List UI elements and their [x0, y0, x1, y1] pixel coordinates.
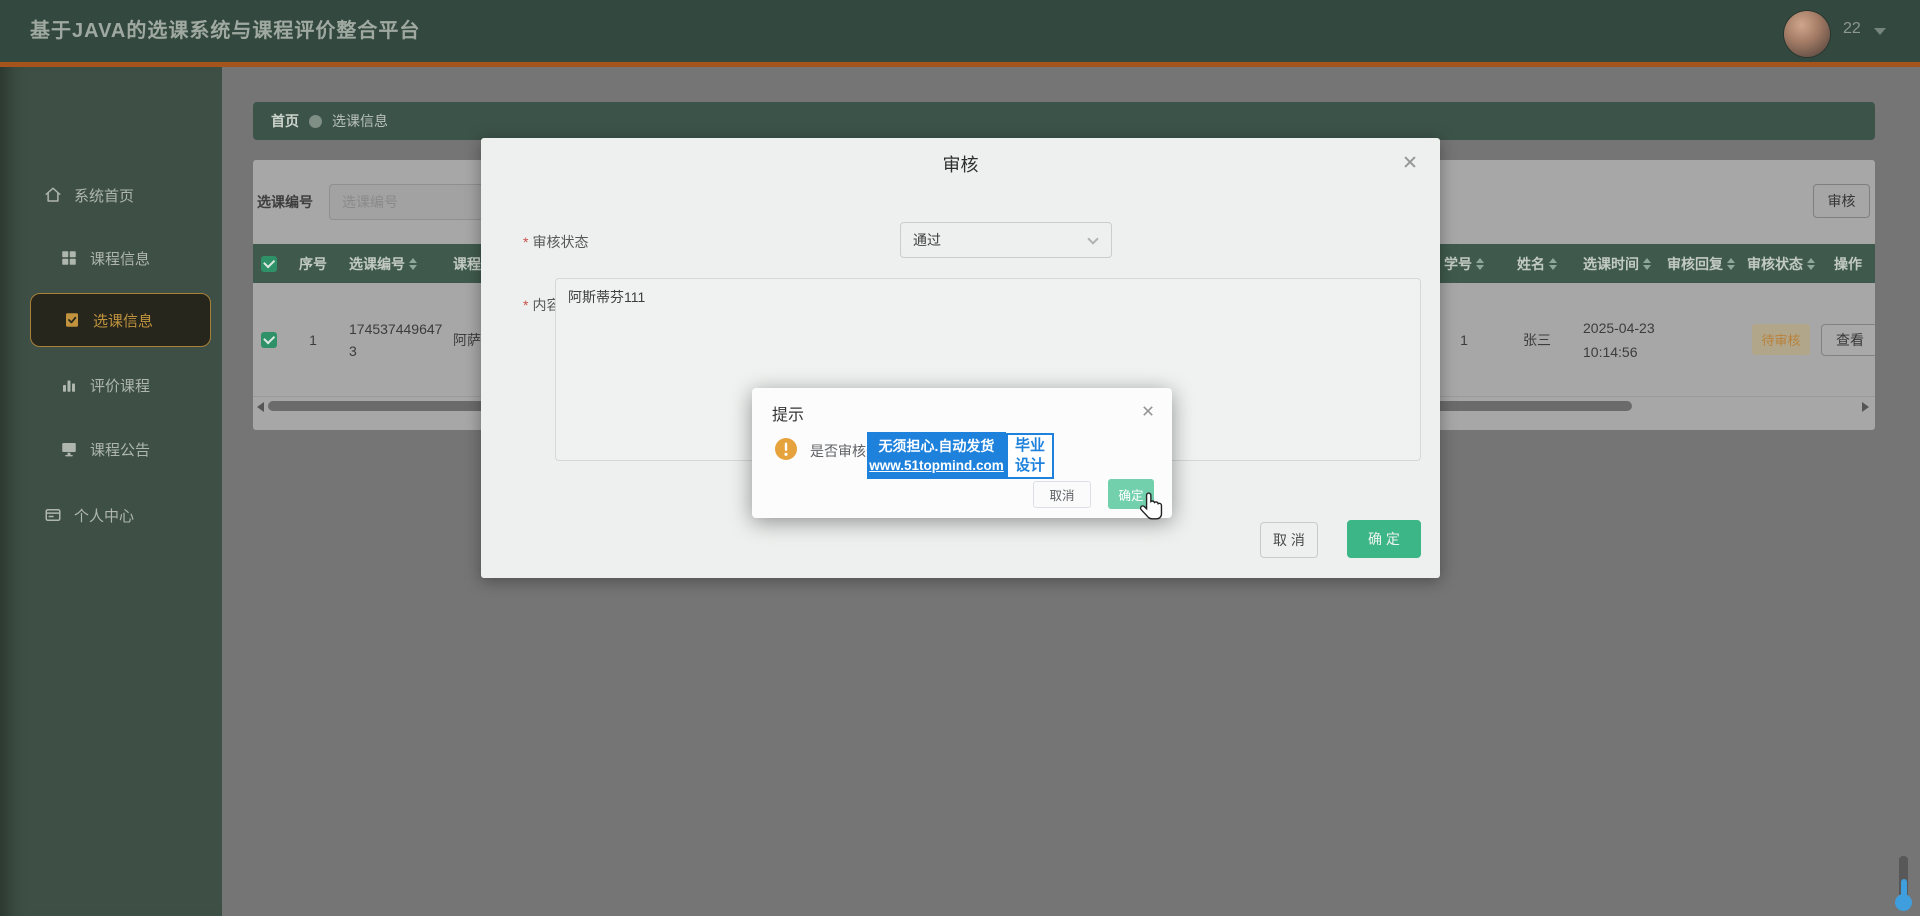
breadcrumb-home[interactable]: 首页 [271, 111, 299, 131]
app-header: 基于JAVA的选课系统与课程评价整合平台 22 [0, 0, 1920, 62]
col-audit-reply[interactable]: 审核回复 [1661, 254, 1741, 274]
sidebar-item-label: 课程公告 [90, 439, 150, 460]
monitor-icon [60, 440, 78, 458]
user-avatar[interactable] [1784, 11, 1830, 57]
col-index[interactable]: 序号 [285, 254, 341, 274]
confirm-title: 提示 [772, 401, 804, 425]
user-badge[interactable]: 22 [1843, 20, 1861, 38]
close-icon[interactable] [1402, 154, 1418, 170]
table-header-checkbox-cell [253, 256, 285, 272]
col-student-no[interactable]: 学号 [1431, 254, 1497, 274]
view-button[interactable]: 查看 [1821, 324, 1875, 356]
confirm-cancel-button[interactable]: 取消 [1033, 481, 1091, 508]
chevron-down-icon[interactable] [1874, 28, 1886, 35]
dialog-cancel-button[interactable]: 取 消 [1260, 522, 1318, 558]
sidebar-item-announcements[interactable]: 课程公告 [0, 429, 222, 469]
breadcrumb: 首页 选课信息 [253, 102, 1875, 140]
breadcrumb-current: 选课信息 [332, 111, 388, 131]
id-card-icon [44, 506, 62, 524]
clipboard-check-icon [63, 311, 81, 329]
sidebar-item-label: 评价课程 [90, 375, 150, 396]
app-title: 基于JAVA的选课系统与课程评价整合平台 [30, 0, 420, 62]
confirm-dialog: 提示 是否审核选 无须担心.自动发货 www.51topmind.com 毕业 … [752, 388, 1172, 518]
header-accent-line [0, 62, 1920, 67]
confirm-ok-button[interactable]: 确定 [1108, 479, 1154, 509]
sidebar-item-courses[interactable]: 课程信息 [0, 238, 222, 278]
sidebar-item-label: 课程信息 [90, 248, 150, 269]
watermark-link: www.51topmind.com [869, 456, 1004, 476]
sidebar-item-label: 个人中心 [74, 505, 134, 526]
sidebar-item-course-selection[interactable]: 选课信息 [30, 293, 211, 347]
cell-student-name: 张三 [1497, 330, 1577, 350]
chevron-down-icon [1087, 233, 1098, 244]
status-field-label: 审核状态 [523, 232, 588, 252]
warning-icon [774, 437, 798, 461]
sidebar-item-label: 选课信息 [93, 310, 153, 331]
sidebar-item-label: 系统首页 [74, 185, 134, 206]
close-icon[interactable] [1141, 404, 1155, 418]
col-student-name[interactable]: 姓名 [1497, 254, 1577, 274]
sidebar-item-home[interactable]: 系统首页 [0, 175, 222, 215]
cell-student-no: 1 [1431, 332, 1497, 348]
row-checkbox[interactable] [261, 332, 277, 348]
status-badge: 待审核 [1752, 324, 1809, 355]
sort-icon[interactable] [1807, 258, 1815, 270]
watermark: 无须担心.自动发货 www.51topmind.com [867, 432, 1006, 479]
watermark-line1: 无须担心.自动发货 [879, 436, 995, 456]
sidebar: 系统首页 课程信息 选课信息 评价课程 课程公告 个人中心 [0, 67, 222, 916]
sort-icon[interactable] [1727, 258, 1735, 270]
cell-index: 1 [285, 332, 341, 348]
audit-status-select[interactable]: 通过 [900, 222, 1112, 258]
search-label: 选课编号 [257, 184, 313, 220]
audit-button[interactable]: 审核 [1813, 184, 1870, 218]
scroll-left-icon[interactable] [257, 402, 264, 412]
bar-chart-icon [60, 376, 78, 394]
sort-icon[interactable] [1476, 258, 1484, 270]
dialog-title: 审核 [481, 151, 1440, 177]
col-select-time[interactable]: 选课时间 [1577, 252, 1661, 276]
home-icon [44, 186, 62, 204]
cell-select-time: 2025-04-23 10:14:56 [1577, 316, 1661, 364]
sort-icon[interactable] [1549, 258, 1557, 270]
scroll-right-icon[interactable] [1862, 402, 1869, 412]
col-audit-status[interactable]: 审核状态 [1741, 254, 1821, 274]
dialog-confirm-button[interactable]: 确 定 [1347, 520, 1421, 558]
sidebar-item-profile[interactable]: 个人中心 [0, 495, 222, 535]
grid-icon [60, 249, 78, 267]
select-all-checkbox[interactable] [261, 256, 277, 272]
vertical-scrollbar-knob[interactable] [1895, 894, 1912, 911]
select-value: 通过 [913, 230, 941, 250]
breadcrumb-dot-icon [309, 115, 322, 128]
sort-icon[interactable] [1643, 258, 1651, 270]
col-action: 操作 [1821, 254, 1875, 274]
cell-course-no: 1745374496473 [341, 318, 447, 362]
sidebar-item-course-evaluation[interactable]: 评价课程 [0, 365, 222, 405]
sort-icon[interactable] [409, 258, 417, 270]
app-window: 基于JAVA的选课系统与课程评价整合平台 22 系统首页 课程信息 选课信息 评… [0, 0, 1920, 916]
col-course-no[interactable]: 选课编号 [341, 253, 447, 275]
watermark-badge: 毕业 设计 [1006, 433, 1054, 479]
